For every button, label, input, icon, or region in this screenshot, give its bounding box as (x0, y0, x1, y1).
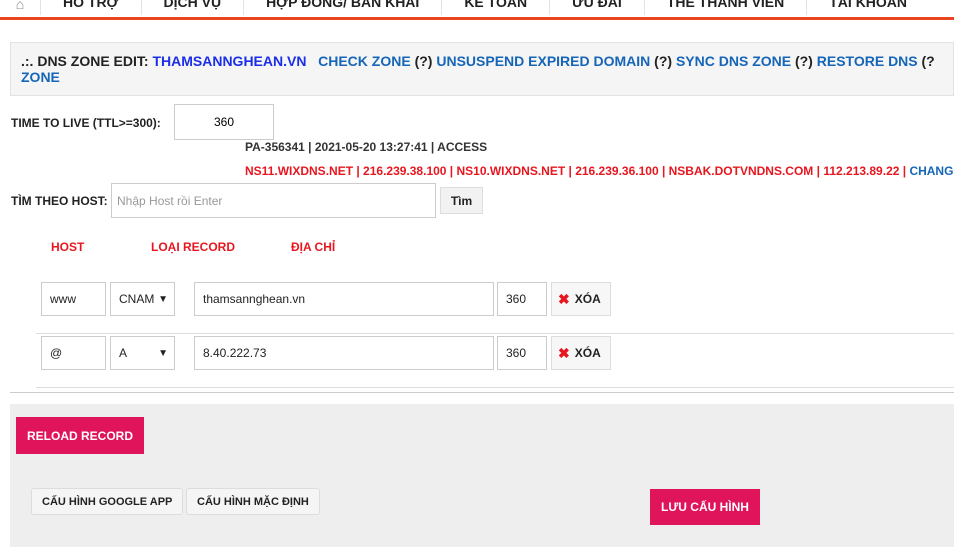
close-icon: ✖ (558, 344, 570, 361)
nav-item-accounting[interactable]: KẾ TOÁN (441, 0, 549, 15)
chevron-down-icon: ▼ (158, 347, 168, 359)
record-type-value: CNAM (119, 292, 155, 306)
access-meta: PA-356341 | 2021-05-20 13:27:41 | ACCESS (245, 140, 488, 154)
unsuspend-link[interactable]: UNSUSPEND EXPIRED DOMAIN (436, 53, 650, 69)
search-host-input[interactable] (111, 183, 436, 218)
record-type-value: A (119, 346, 128, 360)
nav-item-offers[interactable]: ƯU ĐÃI (549, 0, 644, 15)
nav-item-support[interactable]: HỖ TRỢ (40, 0, 141, 15)
check-zone-link[interactable]: CHECK ZONE (318, 53, 411, 69)
nav-item-membership[interactable]: THẺ THÀNH VIÊN (643, 0, 806, 15)
sync-dns-link[interactable]: SYNC DNS ZONE (676, 53, 791, 69)
nav-item-contracts[interactable]: HỢP ĐỒNG/ BẢN KHAI (243, 0, 441, 15)
record-ttl-input[interactable]: 360 (497, 282, 547, 316)
restore-dns-link-zone[interactable]: ZONE (21, 69, 60, 85)
ttl-input[interactable] (174, 104, 274, 140)
record-address-input[interactable]: thamsannghean.vn (194, 282, 494, 316)
record-host-input[interactable]: @ (41, 336, 106, 370)
help-check[interactable]: (?) (415, 53, 433, 69)
chevron-down-icon: ▼ (158, 293, 168, 305)
search-host-label: TÌM THEO HOST: (11, 194, 108, 208)
delete-record-button[interactable]: ✖ XÓA (551, 336, 611, 370)
ttl-label: TIME TO LIVE (TTL>=300): (11, 116, 161, 130)
action-panel (10, 404, 954, 547)
record-type-select[interactable]: A ▼ (110, 336, 175, 370)
delete-label: XÓA (574, 346, 601, 360)
record-type-select[interactable]: CNAM ▼ (110, 282, 175, 316)
divider (10, 392, 954, 393)
home-icon[interactable]: ⌂ (0, 0, 40, 15)
help-restore[interactable]: (? (922, 53, 935, 69)
record-row: @ A ▼ 8.40.222.73 360 ✖ XÓA (36, 334, 954, 388)
record-host-input[interactable]: www (41, 282, 106, 316)
record-ttl-input[interactable]: 360 (497, 336, 547, 370)
dns-zone-header: .:. DNS ZONE EDIT: THAMSANNGHEAN.VN CHEC… (10, 42, 954, 96)
help-unsuspend[interactable]: (?) (654, 53, 672, 69)
column-record-type: LOẠI RECORD (151, 240, 235, 254)
nav-item-services[interactable]: DỊCH VỤ (140, 0, 244, 15)
delete-label: XÓA (574, 292, 601, 306)
zone-prefix: .:. DNS ZONE EDIT: (21, 53, 153, 69)
nameserver-text: NS11.WIXDNS.NET | 216.239.38.100 | NS10.… (245, 164, 910, 178)
default-config-button[interactable]: CẤU HÌNH MẶC ĐỊNH (186, 488, 320, 515)
search-button[interactable]: Tìm (440, 187, 483, 214)
record-address-input[interactable]: 8.40.222.73 (194, 336, 494, 370)
change-ns-link[interactable]: CHANG (909, 164, 953, 178)
column-host: HOST (51, 240, 85, 254)
record-row: www CNAM ▼ thamsannghean.vn 360 ✖ XÓA (36, 280, 954, 334)
top-nav: ⌂ HỖ TRỢ DỊCH VỤ HỢP ĐỒNG/ BẢN KHAI KẾ T… (0, 0, 954, 20)
nav-item-account[interactable]: TÀI KHOẢN (806, 0, 929, 15)
help-sync[interactable]: (?) (795, 53, 813, 69)
zone-domain-link[interactable]: THAMSANNGHEAN.VN (152, 53, 306, 69)
save-config-button[interactable]: LƯU CẤU HÌNH (650, 489, 760, 525)
reload-record-button[interactable]: RELOAD RECORD (16, 417, 144, 454)
nameserver-list: NS11.WIXDNS.NET | 216.239.38.100 | NS10.… (245, 164, 953, 178)
restore-dns-link[interactable]: RESTORE DNS (817, 53, 918, 69)
column-address: ĐỊA CHỈ (291, 240, 336, 254)
close-icon: ✖ (558, 290, 570, 307)
delete-record-button[interactable]: ✖ XÓA (551, 282, 611, 316)
google-app-config-button[interactable]: CẤU HÌNH GOOGLE APP (31, 488, 184, 515)
